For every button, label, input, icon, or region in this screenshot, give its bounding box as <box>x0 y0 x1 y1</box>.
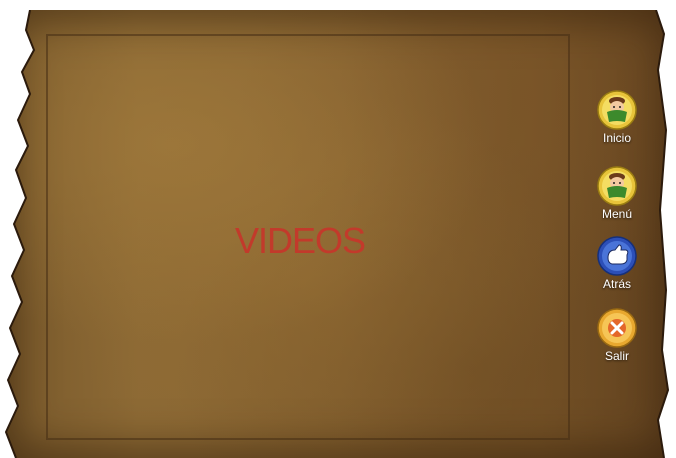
nav-inicio-button[interactable]: Inicio <box>590 90 644 145</box>
torn-right-edge <box>655 10 676 458</box>
exit-x-icon <box>597 308 637 348</box>
nav-salir-label: Salir <box>604 349 629 363</box>
nav-inicio-label: Inicio <box>602 131 631 145</box>
nav-atras-label: Atrás <box>602 277 631 291</box>
nav-menu-button[interactable]: Menú <box>590 166 644 221</box>
torn-left-edge <box>0 10 36 458</box>
nav-salir-button[interactable]: Salir <box>590 308 644 363</box>
book-character-icon <box>597 90 637 130</box>
nav-menu-label: Menú <box>601 207 633 221</box>
nav-atras-button[interactable]: Atrás <box>590 236 644 291</box>
thumbs-up-icon <box>597 236 637 276</box>
book-character-icon <box>597 166 637 206</box>
stage: VIDEOS Inicio Menú Atrás Salir <box>0 0 676 458</box>
page-title: VIDEOS <box>234 220 366 261</box>
